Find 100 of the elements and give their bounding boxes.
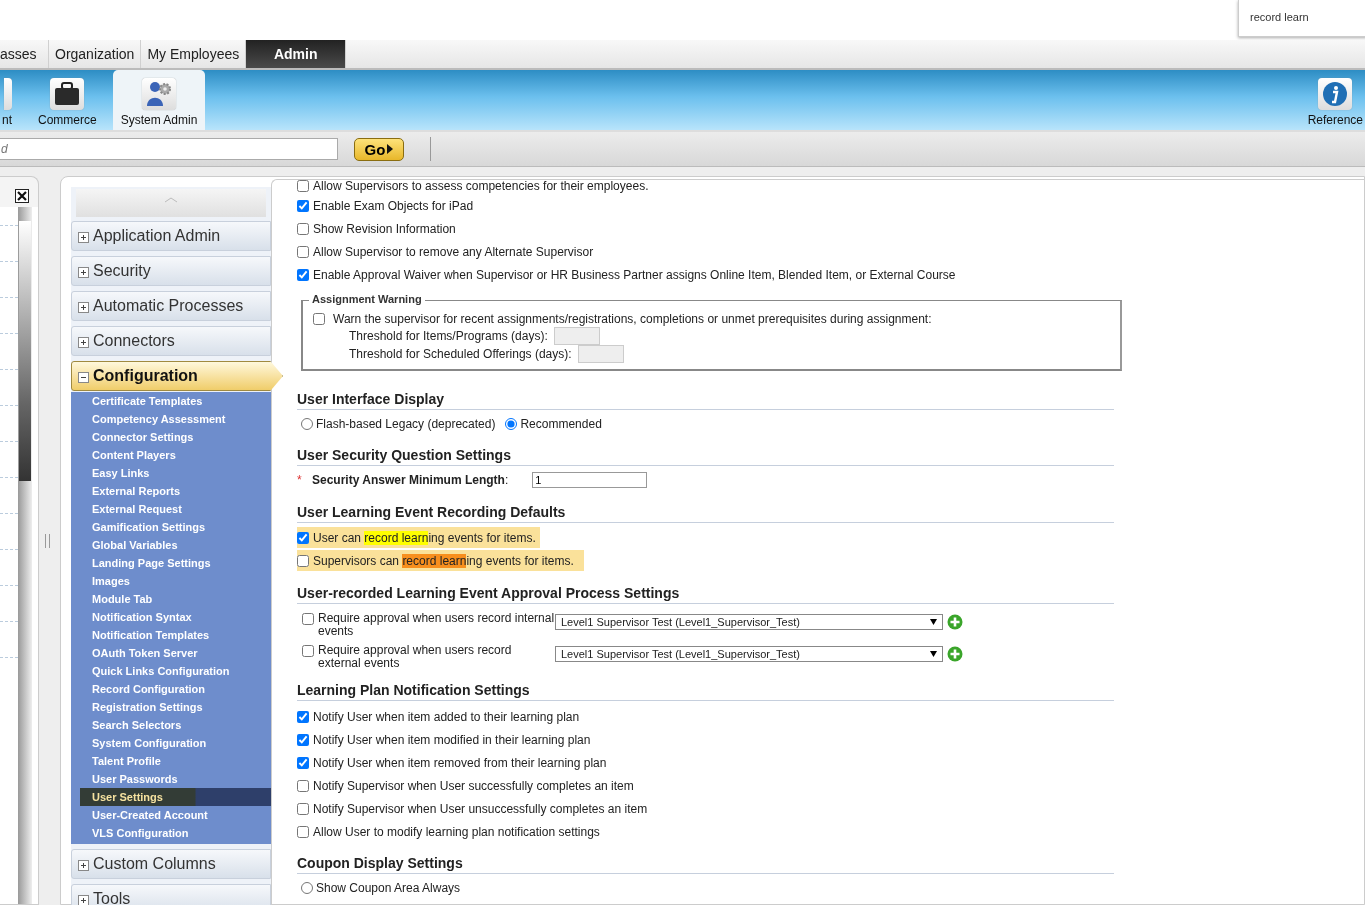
checkbox[interactable] <box>297 825 309 838</box>
accordion-header[interactable]: Connectors <box>71 326 271 356</box>
checkbox-label: Enable Exam Objects for iPad <box>313 198 474 213</box>
checkbox-label: Allow Supervisors to assess competencies for their employees. <box>313 179 649 193</box>
menu-item[interactable]: Content Players <box>74 446 271 464</box>
section-heading: User Learning Event Recording Defaults <box>297 492 1114 523</box>
go-button[interactable]: Go <box>354 137 404 161</box>
add-icon[interactable] <box>947 614 963 630</box>
plus-icon <box>78 267 89 278</box>
checkbox-label: Notify User when item modified in their learning plan <box>313 732 591 747</box>
checkbox[interactable] <box>297 531 309 544</box>
checkbox-label: Notify Supervisor when User unsuccessfully completes an item <box>313 801 648 816</box>
checkbox[interactable] <box>297 222 309 235</box>
checkbox[interactable] <box>302 645 314 657</box>
input-field[interactable]: 1 <box>532 472 648 488</box>
menu-item[interactable]: Images <box>74 572 271 590</box>
required-mark: * <box>297 473 303 487</box>
menu-item[interactable]: Quick Links Configuration <box>74 662 271 680</box>
dropdown[interactable]: Level1 Supervisor Test (Level1_Supervisor_Test) <box>555 646 943 662</box>
accordion-header[interactable]: Configuration <box>71 361 283 391</box>
checkbox-label: User can record learning events for items. <box>313 530 536 545</box>
minus-icon <box>78 372 89 383</box>
menu-item[interactable]: OAuth Token Server <box>74 644 271 662</box>
field-label: Threshold for Scheduled Offerings (days): <box>349 347 572 361</box>
menu-item[interactable]: External Request <box>74 500 271 518</box>
accordion-header[interactable]: Security <box>71 256 271 286</box>
checkbox[interactable] <box>297 554 309 567</box>
nav-tab[interactable]: asses <box>0 40 49 68</box>
toolbar-button[interactable]: nt <box>0 70 12 130</box>
checkbox-label: Allow Supervisor to remove any Alternate Supervisor <box>313 244 594 259</box>
checkbox[interactable] <box>297 245 309 258</box>
plus-icon <box>78 302 89 313</box>
checkbox[interactable] <box>302 613 314 625</box>
menu-item[interactable]: Module Tab <box>74 590 271 608</box>
field-label: Security Answer Minimum Length: <box>312 473 509 487</box>
menu-item[interactable]: Landing Page Settings <box>74 554 271 572</box>
checkbox-label: Supervisors can record learning events for items. <box>313 553 574 568</box>
menu-item[interactable]: User-Created Account <box>74 806 271 824</box>
toolbar-button[interactable]: Commerce <box>30 70 105 130</box>
nav-tab[interactable]: Organization <box>49 40 142 68</box>
menu-item[interactable]: Record Configuration <box>74 680 271 698</box>
checkbox[interactable] <box>297 756 309 769</box>
checkbox[interactable] <box>297 180 309 192</box>
scrollbar[interactable] <box>18 207 32 904</box>
app-icon <box>4 78 12 110</box>
accordion-header[interactable]: Automatic Processes <box>71 291 271 321</box>
section-heading: User Interface Display <box>297 379 1114 410</box>
menu-item[interactable]: Global Variables <box>74 536 271 554</box>
toolbar-button[interactable]: System Admin <box>112 70 206 130</box>
checkbox[interactable] <box>297 779 309 792</box>
plus-icon <box>78 895 89 905</box>
menu-item[interactable]: User Settings <box>80 788 271 806</box>
accordion-header[interactable]: Custom Columns <box>71 849 271 879</box>
radio-label: Recommended <box>520 417 602 431</box>
checkbox[interactable] <box>297 802 309 815</box>
menu-item[interactable]: Certificate Templates <box>74 392 271 410</box>
checkbox-label: Show Revision Information <box>313 221 456 236</box>
radio-label: Show Coupon Area Always <box>316 881 461 895</box>
menu-item[interactable]: Registration Settings <box>74 698 271 716</box>
briefcase-icon <box>50 78 85 110</box>
menu-item[interactable]: System Configuration <box>74 734 271 752</box>
menu-item[interactable]: Notification Templates <box>74 626 271 644</box>
checkbox-label: Require approval when users record internal events <box>318 612 555 638</box>
info-icon <box>1318 78 1353 110</box>
section-heading: User-recorded Learning Event Approval Process Settings <box>297 573 1114 604</box>
menu-item[interactable]: Search Selectors <box>74 716 271 734</box>
fieldset-legend: Assignment Warning <box>309 293 425 305</box>
checkbox[interactable] <box>297 268 309 281</box>
menu-item[interactable]: VLS Configuration <box>74 824 271 842</box>
caret-icon <box>930 651 937 657</box>
menu-item[interactable]: External Reports <box>74 482 271 500</box>
splitter-handle[interactable] <box>45 533 50 548</box>
accordion-header[interactable]: Tools <box>71 884 271 905</box>
close-icon[interactable] <box>15 189 29 203</box>
menu-item[interactable]: Talent Profile <box>74 752 271 770</box>
checkbox[interactable] <box>313 313 325 325</box>
radio-button[interactable] <box>505 418 518 430</box>
menu-item[interactable]: Easy Links <box>74 464 271 482</box>
checkbox[interactable] <box>297 710 309 723</box>
radio-label: Flash-based Legacy (deprecated) <box>316 417 496 431</box>
checkbox-label: Warn the supervisor for recent assignments/registrations, completions or unmet prerequisites during assignment: <box>333 312 932 326</box>
nav-tab[interactable]: Admin <box>246 40 347 68</box>
checkbox[interactable] <box>297 733 309 746</box>
toolbar-button[interactable]: Reference <box>1299 70 1365 130</box>
checkbox-label: Notify User when item removed from their learning plan <box>313 755 607 770</box>
menu-item[interactable]: Notification Syntax <box>74 608 271 626</box>
checkbox[interactable] <box>297 199 309 212</box>
search-field[interactable]: d <box>0 138 338 160</box>
find-box[interactable]: record learn <box>1238 0 1365 37</box>
section-heading: Learning Plan Notification Settings <box>297 670 1114 701</box>
menu-item[interactable]: Gamification Settings <box>74 518 271 536</box>
radio-button[interactable] <box>301 418 313 430</box>
menu-item[interactable]: User Passwords <box>74 770 271 788</box>
dropdown[interactable]: Level1 Supervisor Test (Level1_Supervisor_Test) <box>555 614 943 630</box>
menu-item[interactable]: Connector Settings <box>74 428 271 446</box>
accordion-header[interactable]: Application Admin <box>71 221 271 251</box>
radio-button[interactable] <box>301 882 313 894</box>
add-icon[interactable] <box>947 646 963 662</box>
checkbox-label: Allow User to modify learning plan notification settings <box>313 824 600 839</box>
menu-item[interactable]: Competency Assessment <box>74 410 271 428</box>
